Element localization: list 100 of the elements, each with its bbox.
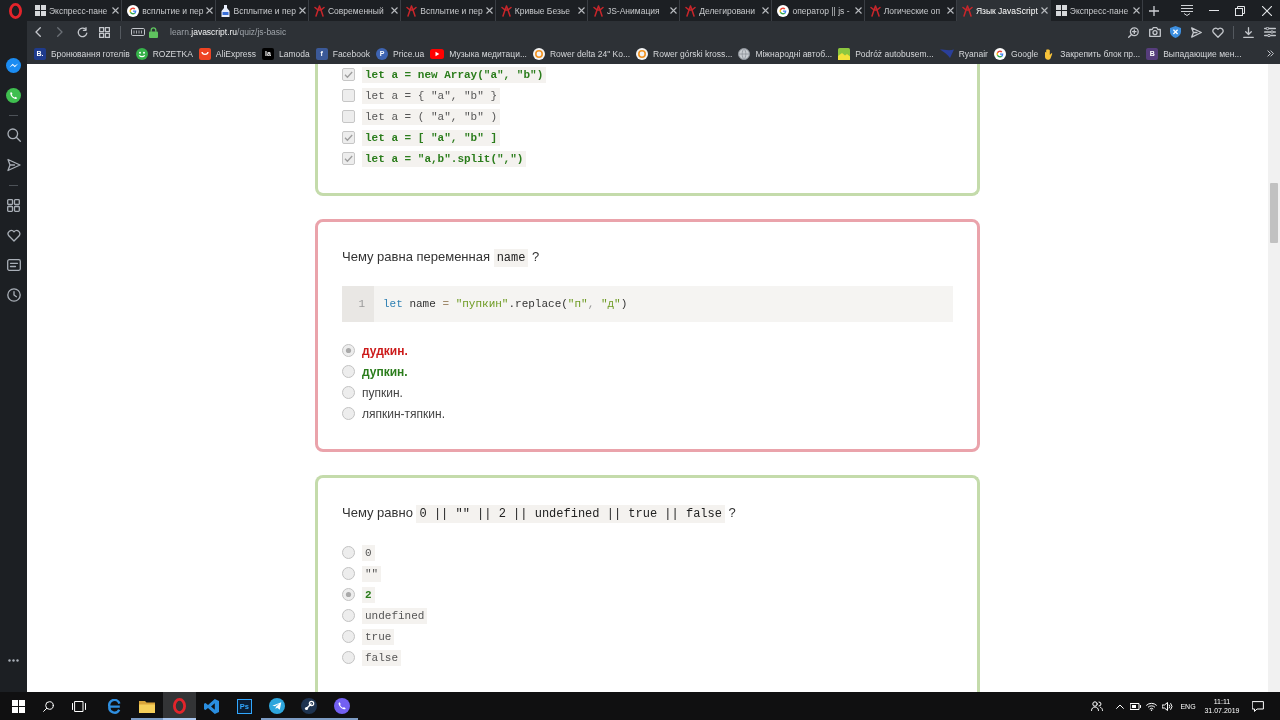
chevron-up-icon[interactable] [1115, 703, 1124, 709]
answer-label: "" [362, 565, 382, 582]
grid-icon[interactable] [98, 26, 110, 38]
bookmark[interactable]: Міжнародні автоб... [735, 47, 836, 60]
checkbox[interactable] [342, 131, 355, 144]
close-icon[interactable] [391, 7, 399, 14]
grid-icon[interactable] [7, 198, 20, 212]
checkbox[interactable] [342, 110, 355, 123]
settings-icon[interactable] [1263, 27, 1276, 37]
radio-button[interactable] [342, 588, 355, 601]
radio-button[interactable] [342, 567, 355, 580]
close-icon[interactable] [946, 7, 954, 14]
radio-button[interactable] [342, 609, 355, 622]
phone-bubble-icon[interactable] [333, 698, 350, 714]
checkbox[interactable] [342, 68, 355, 81]
paper-plane-icon[interactable] [268, 698, 285, 714]
news-icon[interactable] [6, 259, 21, 271]
minimize-icon[interactable] [1208, 10, 1219, 11]
checkbox[interactable] [342, 89, 355, 102]
close-icon[interactable] [485, 7, 493, 14]
paper-plane-icon[interactable] [6, 158, 21, 172]
close-icon[interactable] [206, 7, 214, 14]
bookmark[interactable]: Rower górski kross... [633, 47, 736, 60]
o-logo-icon[interactable] [8, 2, 22, 19]
lock-icon[interactable] [148, 26, 158, 38]
badge-icon[interactable] [131, 28, 145, 36]
search-icon[interactable] [6, 128, 21, 142]
people-icon[interactable] [1091, 701, 1103, 711]
phone-bubble-icon[interactable] [6, 87, 21, 103]
answer-label: 2 [362, 586, 375, 603]
close-icon[interactable] [299, 7, 306, 14]
globe-icon [738, 47, 751, 60]
browser-tab[interactable]: JS-Анимация [587, 0, 681, 21]
answer-label: дудкин. [362, 343, 408, 358]
close-icon[interactable] [1040, 7, 1048, 14]
paper-plane-icon[interactable] [1191, 26, 1202, 38]
radio-button[interactable] [342, 344, 355, 357]
shield-icon[interactable] [1170, 26, 1181, 38]
menu-icon[interactable] [1181, 5, 1194, 16]
ribbon-logo-icon[interactable] [204, 698, 220, 714]
taskbar-button[interactable] [163, 692, 196, 720]
bookmark[interactable]: Rower delta 24" Ko... [530, 47, 634, 60]
bookmark[interactable]: Google [990, 47, 1042, 60]
scrollbar-thumb[interactable] [1270, 183, 1278, 243]
browser-tab[interactable]: Экспресс-пане [1050, 0, 1144, 21]
camera-icon[interactable] [1148, 27, 1161, 37]
bookmark[interactable]: AliExpress [195, 47, 259, 60]
reload-icon[interactable] [76, 26, 88, 38]
back-icon[interactable] [35, 27, 41, 37]
clock-icon[interactable] [6, 288, 21, 302]
close-icon[interactable] [670, 7, 678, 14]
close-icon[interactable] [854, 7, 862, 14]
answer-label: false [362, 649, 401, 666]
browser-tab[interactable]: Всплытие и пер [216, 0, 309, 21]
round-logo-icon[interactable] [301, 698, 318, 714]
browser-tab[interactable]: Всплытие и пер [401, 0, 496, 21]
more-icon[interactable] [8, 658, 19, 662]
radio-button[interactable] [342, 386, 355, 399]
heart-icon[interactable] [6, 228, 21, 242]
notification-icon[interactable] [1252, 700, 1264, 712]
address-field[interactable]: learn.javascript.ru/quiz/js-basic [170, 27, 287, 37]
close-icon[interactable] [577, 7, 585, 14]
browser-tab[interactable]: Язык JavaScript [956, 0, 1051, 21]
browser-tab[interactable]: всплытие и пер [122, 0, 217, 21]
volume-icon[interactable] [1161, 701, 1173, 711]
browser-tab[interactable]: Кривые Безье [495, 0, 588, 21]
battery-icon[interactable] [1129, 702, 1141, 710]
bookmark[interactable]: ROZETKA [132, 47, 196, 60]
restore-icon[interactable] [1235, 5, 1246, 16]
browser-tab[interactable]: Экспресс-пане [30, 0, 123, 21]
wifi-icon[interactable] [1145, 701, 1157, 711]
close-icon[interactable] [1133, 7, 1141, 14]
start-icon[interactable] [11, 699, 25, 713]
task-view-icon[interactable] [72, 700, 86, 712]
radio-button[interactable] [342, 630, 355, 643]
bookmark[interactable]: Закрепить блок пр... [1041, 47, 1144, 60]
close-icon[interactable] [762, 7, 770, 14]
bookmark[interactable]: Ryanair [936, 48, 991, 59]
radio-button[interactable] [342, 407, 355, 420]
zoom-in-icon[interactable] [1128, 26, 1139, 38]
double-chevron-icon[interactable] [1267, 50, 1274, 57]
folder-icon[interactable] [138, 699, 155, 713]
download-icon[interactable] [1243, 26, 1254, 38]
search-icon[interactable] [42, 700, 54, 712]
bookmark[interactable]: Музыка медитаци... [427, 48, 530, 59]
bookmark[interactable]: Podróż autobusem... [835, 47, 937, 60]
chat-bubble-icon[interactable] [6, 57, 21, 73]
radio-button[interactable] [342, 365, 355, 378]
heart-icon[interactable] [1211, 26, 1224, 38]
plus-icon[interactable] [1149, 5, 1159, 16]
forward-icon[interactable] [57, 27, 63, 37]
browser-tab[interactable]: оператор || js - [772, 0, 865, 21]
close-icon[interactable] [112, 7, 120, 14]
browser-tab[interactable]: Логические оп [864, 0, 957, 21]
checkbox[interactable] [342, 152, 355, 165]
radio-button[interactable] [342, 651, 355, 664]
radio-button[interactable] [342, 546, 355, 559]
e-logo-icon[interactable] [106, 698, 122, 714]
browser-tab[interactable]: Делегировани [680, 0, 773, 21]
browser-tab[interactable]: Современный [309, 0, 402, 21]
